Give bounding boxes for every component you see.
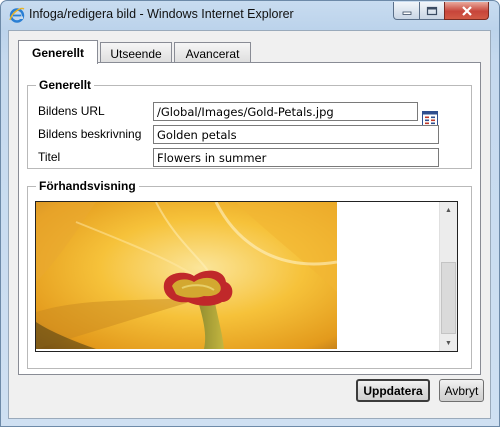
minimize-icon: [402, 11, 411, 15]
description-input[interactable]: [153, 125, 439, 144]
maximize-button[interactable]: [419, 2, 445, 20]
dialog-window: Infoga/redigera bild - Windows Internet …: [0, 0, 500, 427]
description-label: Bildens beskrivning: [38, 127, 142, 141]
tab-avancerat[interactable]: Avancerat: [174, 42, 251, 64]
maximize-icon: [426, 6, 438, 15]
general-legend: Generellt: [39, 78, 92, 92]
close-button[interactable]: [444, 2, 489, 20]
internet-explorer-icon: [9, 7, 25, 23]
tab-generellt[interactable]: Generellt: [18, 40, 98, 64]
preview-image: [36, 202, 337, 349]
close-icon: [461, 5, 472, 16]
cancel-button[interactable]: Avbryt: [439, 379, 484, 402]
preview-fieldset: Förhandsvisning ▲ ▼: [27, 179, 472, 369]
scroll-up-arrow-icon[interactable]: ▲: [440, 202, 457, 218]
url-label: Bildens URL: [38, 104, 105, 118]
title-input[interactable]: [153, 148, 439, 167]
update-button[interactable]: Uppdatera: [356, 379, 430, 402]
window-title: Infoga/redigera bild - Windows Internet …: [29, 7, 294, 21]
scrollbar-thumb[interactable]: [441, 262, 456, 334]
preview-legend: Förhandsvisning: [39, 179, 136, 193]
preview-area: ▲ ▼: [35, 201, 458, 352]
minimize-button[interactable]: [393, 2, 420, 20]
url-input[interactable]: [153, 102, 418, 121]
dialog-client-area: Generellt Utseende Avancerat Generellt B…: [8, 30, 491, 419]
scroll-down-arrow-icon[interactable]: ▼: [440, 335, 457, 351]
general-fieldset: Generellt Bildens URL Bildens beskrivnin…: [27, 78, 472, 169]
tab-utseende[interactable]: Utseende: [100, 42, 172, 64]
tab-panel-generellt: Generellt Bildens URL Bildens beskrivnin…: [18, 62, 481, 375]
title-label: Titel: [38, 150, 61, 164]
preview-vertical-scrollbar[interactable]: ▲ ▼: [439, 202, 457, 351]
title-bar[interactable]: Infoga/redigera bild - Windows Internet …: [1, 1, 499, 29]
browse-image-icon[interactable]: [422, 111, 438, 126]
